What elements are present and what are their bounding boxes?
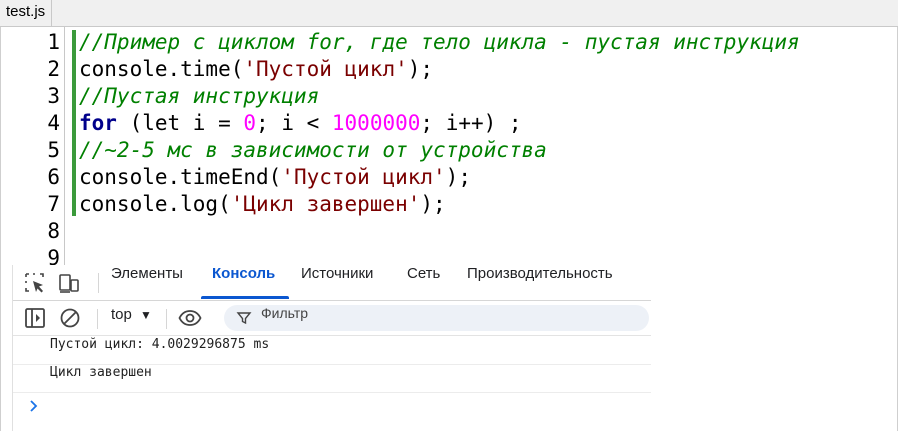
code-token: //Пример с циклом for, где тело цикла - …	[79, 30, 800, 54]
context-selector[interactable]: top ▼	[111, 306, 152, 330]
code-text: console.log('Цикл завершен');	[79, 191, 446, 217]
code-token: 1000000	[331, 111, 421, 135]
tab-network[interactable]: Сеть	[407, 265, 440, 300]
code-token: (let i =	[116, 111, 244, 135]
context-value: top	[111, 306, 132, 323]
code-line[interactable]: 8	[0, 218, 898, 245]
filter-placeholder: Фильтр	[261, 305, 309, 321]
code-token: 'Пустой цикл'	[243, 57, 408, 81]
code-token: ; i++) ;	[420, 111, 522, 135]
code-line[interactable]: 5 //~2-5 мс в зависимости от устройства	[0, 137, 898, 164]
code-text: console.timeEnd('Пустой цикл');	[79, 164, 471, 190]
code-token: console.log(	[79, 192, 231, 216]
dropdown-arrow-icon: ▼	[140, 308, 152, 322]
code-line[interactable]: 3 //Пустая инструкция	[0, 83, 898, 110]
toolbar-separator	[166, 309, 167, 329]
code-line[interactable]: 6 console.timeEnd('Пустой цикл');	[0, 164, 898, 191]
console-message-text: Цикл завершен	[50, 365, 152, 380]
code-text: //~2-5 мс в зависимости от устройства	[79, 137, 547, 163]
toolbar-separator	[98, 273, 99, 293]
code-token: 0	[243, 111, 257, 135]
file-tab-label: test.js	[6, 3, 46, 20]
code-line[interactable]: 4 for (let i = 0; i < 1000000; i++) ;	[0, 110, 898, 137]
code-token: );	[420, 192, 446, 216]
toolbar-separator	[97, 309, 98, 329]
code-text: for (let i = 0; i < 1000000; i++) ;	[79, 110, 522, 136]
line-number: 2	[47, 57, 60, 81]
line-number: 8	[47, 219, 60, 243]
line-number: 5	[47, 138, 60, 162]
code-line[interactable]: 7 console.log('Цикл завершен');	[0, 191, 898, 218]
code-token: //Пустая инструкция	[79, 84, 320, 108]
filter-funnel-icon	[236, 312, 252, 325]
editor-tab-bar: test.js	[0, 0, 898, 27]
code-token: );	[445, 165, 471, 189]
line-number: 6	[47, 165, 60, 189]
line-number: 4	[47, 111, 60, 135]
code-line[interactable]: 1 //Пример с циклом for, где тело цикла -…	[0, 29, 898, 56]
active-tab-indicator	[201, 296, 289, 299]
code-token: //~2-5 мс в зависимости от устройства	[79, 138, 547, 162]
code-token: console.time(	[79, 57, 244, 81]
devtools-tab-bar: Элементы Консоль Источники Сеть Производ…	[13, 265, 651, 301]
sidebar-toggle-icon[interactable]	[23, 306, 47, 330]
tab-sources[interactable]: Источники	[301, 265, 373, 300]
code-text: console.time('Пустой цикл');	[79, 56, 433, 82]
code-token: console.timeEnd(	[79, 165, 282, 189]
file-tab-test-js[interactable]: test.js	[0, 0, 53, 26]
code-line[interactable]: 2 console.time('Пустой цикл');	[0, 56, 898, 83]
line-number: 7	[47, 192, 60, 216]
console-message: Цикл завершен	[13, 365, 651, 393]
code-text: //Пустая инструкция	[79, 83, 319, 109]
inspect-element-icon[interactable]	[23, 271, 47, 295]
code-token: 'Пустой цикл'	[281, 165, 446, 189]
console-message: Пустой цикл: 4.0029296875 ms	[13, 337, 651, 365]
code-token: 'Цикл завершен'	[230, 192, 421, 216]
clear-console-icon[interactable]	[58, 306, 82, 330]
console-message-text: Пустой цикл: 4.0029296875 ms	[50, 337, 270, 352]
code-token: );	[407, 57, 434, 81]
tab-performance[interactable]: Производительность	[467, 265, 613, 300]
devtools-panel: Элементы Консоль Источники Сеть Производ…	[12, 265, 651, 431]
console-toolbar: top ▼ Фильтр	[13, 301, 651, 336]
device-toggle-icon[interactable]	[57, 271, 81, 295]
line-number: 3	[47, 84, 60, 108]
tab-console[interactable]: Консоль	[212, 265, 275, 300]
tab-elements[interactable]: Элементы	[111, 265, 183, 300]
live-expression-eye-icon[interactable]	[178, 306, 202, 330]
code-token: for	[79, 111, 117, 135]
code-token: ; i <	[256, 111, 332, 135]
line-number: 1	[47, 30, 60, 54]
filter-input[interactable]: Фильтр	[224, 305, 649, 331]
code-text: //Пример с циклом for, где тело цикла - …	[79, 29, 800, 55]
console-prompt-chevron-right-icon[interactable]	[27, 399, 41, 413]
